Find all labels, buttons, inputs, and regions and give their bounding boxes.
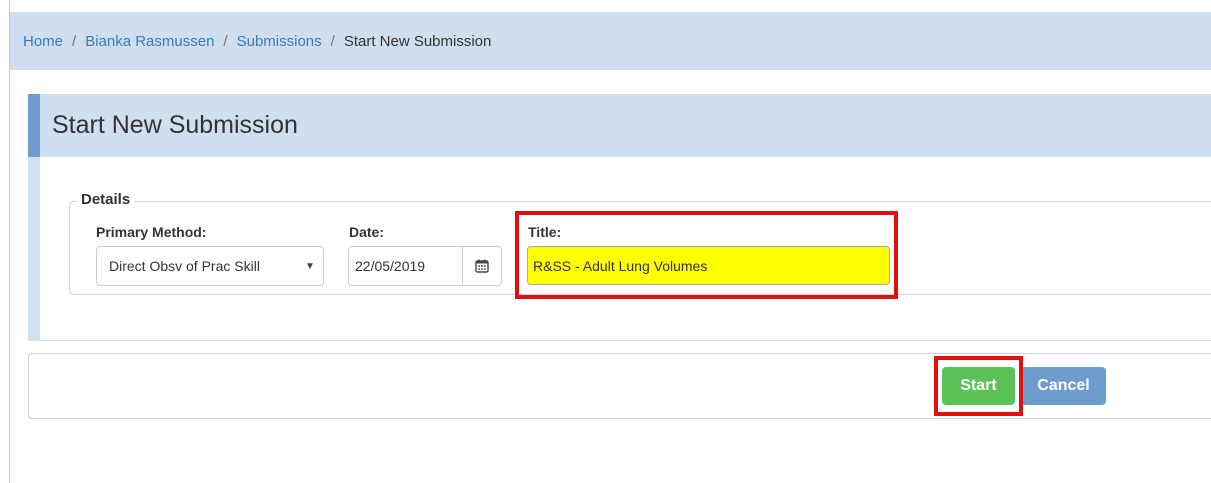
cancel-button[interactable]: Cancel [1021,367,1106,405]
date-label: Date: [349,224,385,240]
breadcrumb-separator: / [223,32,228,50]
panel-accent-bar [28,94,40,157]
details-legend: Details [77,191,135,208]
breadcrumb-separator: / [330,32,335,50]
date-input[interactable] [349,247,462,285]
breadcrumb-inner: Home / Bianka Rasmussen / Submissions / … [10,33,491,50]
title-label: Title: [528,224,562,240]
calendar-icon [475,259,489,273]
breadcrumb-home-link[interactable]: Home [23,33,63,50]
page-left-border [9,0,10,483]
panel-header: Start New Submission [40,94,1211,157]
page-title: Start New Submission [52,111,298,139]
breadcrumb-separator: / [72,32,77,50]
primary-method-select[interactable]: Direct Obsv of Prac Skill ▼ [96,246,324,286]
title-input[interactable] [527,246,890,285]
primary-method-label: Primary Method: [96,224,207,240]
submission-panel: Start New Submission Details Primary Met… [28,94,1211,341]
start-button[interactable]: Start [942,367,1015,405]
breadcrumb-user-link[interactable]: Bianka Rasmussen [85,33,214,50]
breadcrumb: Home / Bianka Rasmussen / Submissions / … [10,12,1211,70]
caret-down-icon: ▼ [305,260,315,272]
details-fieldset: Details Primary Method: Direct Obsv of P… [69,191,1211,295]
breadcrumb-current: Start New Submission [343,32,492,50]
breadcrumb-submissions-link[interactable]: Submissions [237,33,322,50]
date-field [348,246,502,286]
primary-method-value: Direct Obsv of Prac Skill [109,258,260,274]
date-picker-button[interactable] [462,247,501,285]
